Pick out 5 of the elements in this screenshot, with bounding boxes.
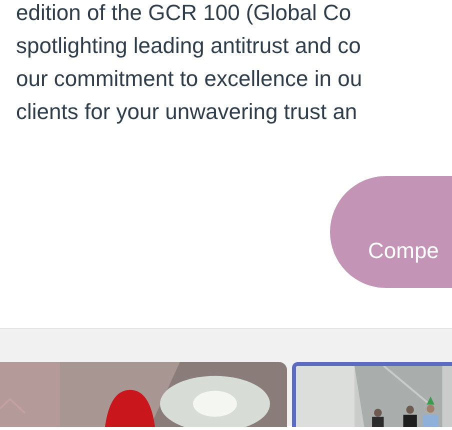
category-button[interactable]: Compe: [330, 176, 452, 288]
paragraph-line: spotlighting leading antitrust and co: [16, 32, 361, 60]
paragraph-line: clients for your unwavering trust an: [16, 98, 358, 126]
paragraph-line: edition of the GCR 100 (Global Co: [16, 0, 352, 27]
paragraph-line: our commitment to excellence in ou: [16, 65, 362, 93]
